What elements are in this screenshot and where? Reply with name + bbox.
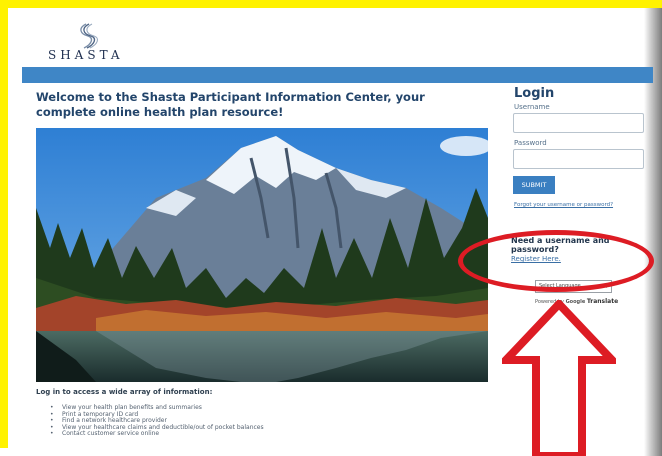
logo-wordmark: SHASTA: [48, 48, 124, 62]
submit-button[interactable]: SUBMIT: [513, 176, 555, 194]
username-input[interactable]: [513, 113, 644, 133]
red-arrow-icon: [502, 300, 616, 456]
screenshot-frame: SHASTA Welcome to the Shasta Participant…: [0, 0, 662, 456]
benefits-list: View your health plan benefits and summa…: [50, 404, 264, 438]
login-title: Login: [514, 86, 555, 101]
mountain-lake-photo: [36, 128, 488, 382]
highlight-oval: [458, 230, 654, 292]
shasta-logo[interactable]: SHASTA: [48, 22, 138, 64]
forgot-credentials-link[interactable]: Forgot your username or password?: [514, 202, 613, 208]
password-input[interactable]: [513, 149, 644, 169]
header-band: [22, 67, 653, 83]
logo-swoosh-icon: [80, 23, 99, 49]
info-heading: Log in to access a wide array of informa…: [36, 388, 213, 396]
password-label: Password: [514, 139, 547, 147]
list-item: Contact customer service online: [50, 430, 264, 438]
welcome-heading: Welcome to the Shasta Participant Inform…: [36, 90, 425, 119]
username-label: Username: [514, 103, 550, 111]
